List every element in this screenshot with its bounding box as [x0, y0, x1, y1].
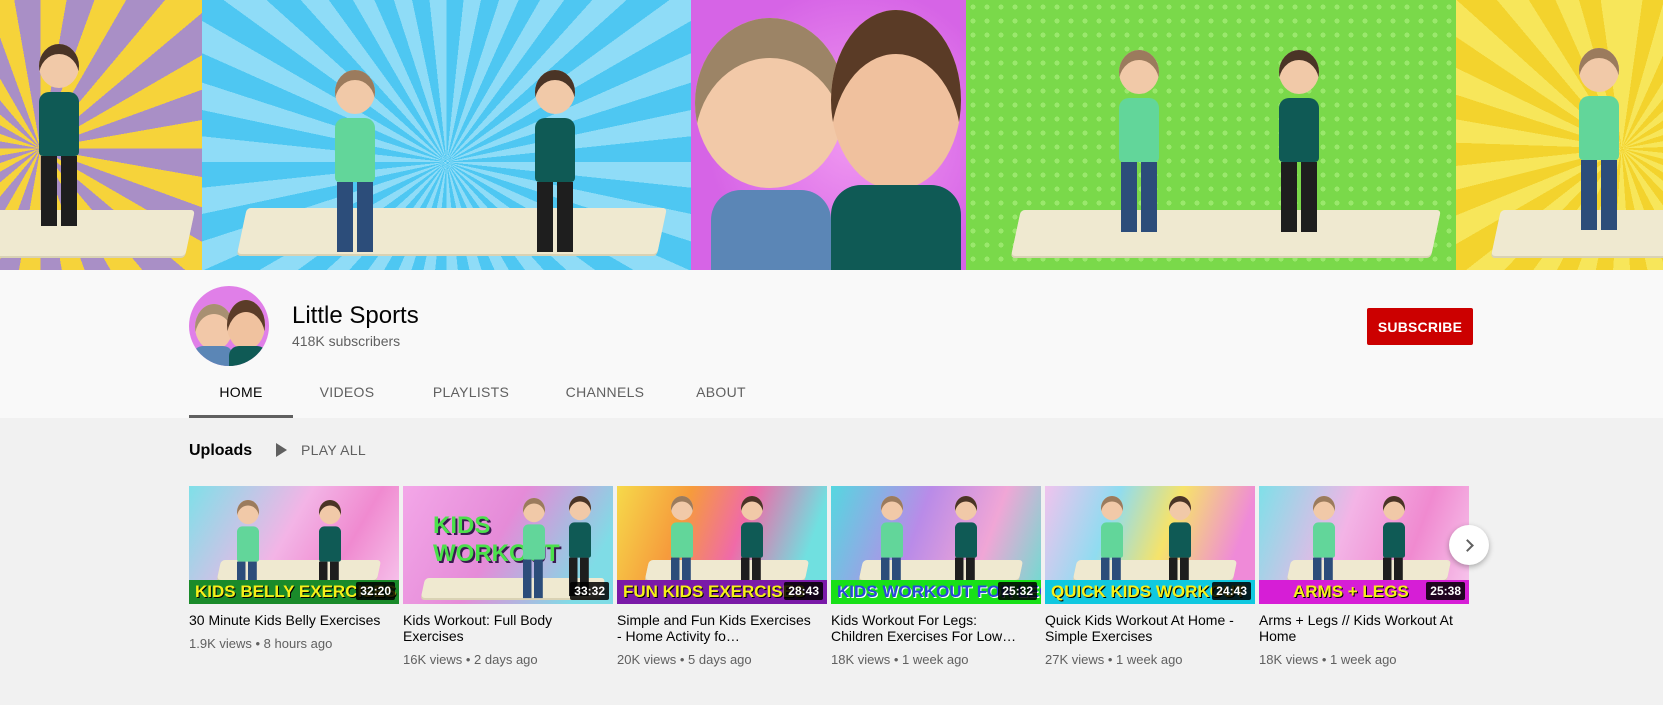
banner-panel-faces [691, 0, 966, 270]
banner-panel-boy-pointing [0, 0, 202, 270]
banner-boy-face [831, 10, 961, 190]
video-duration: 28:43 [784, 582, 823, 600]
video-thumbnail[interactable]: KIDS BELLY EXERCISES 32:20 [189, 486, 399, 604]
play-all-button[interactable]: PLAY ALL [276, 442, 366, 458]
banner-rug [237, 208, 667, 254]
video-views: 16K views [403, 652, 463, 667]
video-duration: 25:38 [1426, 582, 1465, 600]
banner-girl-face [695, 18, 845, 188]
banner-boy-figure [532, 70, 578, 252]
video-meta: 18K views • 1 week ago [1259, 652, 1397, 667]
banner-rug [0, 210, 195, 256]
video-title[interactable]: Simple and Fun Kids Exercises - Home Act… [617, 612, 827, 644]
video-title[interactable]: Arms + Legs // Kids Workout At Home [1259, 612, 1469, 644]
thumb-girl-figure [523, 498, 545, 599]
video-views: 18K views [1259, 652, 1319, 667]
channel-tabs: HOME VIDEOS PLAYLISTS CHANNELS ABOUT [189, 372, 773, 418]
subscribe-button[interactable]: SUBSCRIBE [1367, 308, 1473, 345]
banner-girl-figure [1116, 50, 1162, 232]
banner-panel-jumping-jacks [966, 0, 1456, 270]
play-icon [276, 443, 287, 457]
channel-header: Little Sports 418K subscribers SUBSCRIBE… [0, 270, 1663, 418]
banner-panel-side-bend [202, 0, 691, 270]
uploads-shelf: KIDS BELLY EXERCISES 32:20 30 Minute Kid… [189, 486, 1469, 686]
video-meta: 16K views • 2 days ago [403, 652, 538, 667]
video-views: 27K views [1045, 652, 1105, 667]
banner-boy-figure [36, 44, 82, 226]
tab-channels[interactable]: CHANNELS [541, 372, 669, 418]
banner-girl-overalls [711, 190, 831, 270]
shelf-title[interactable]: Uploads [189, 442, 252, 460]
video-card[interactable]: FUN KIDS EXERCISES 28:43 Simple and Fun … [617, 486, 827, 667]
banner-boy-figure [1276, 50, 1322, 232]
tab-home[interactable]: HOME [189, 372, 293, 418]
video-thumbnail[interactable]: KIDS WORKOUT 33:32 [403, 486, 613, 604]
video-thumbnail[interactable]: QUICK KIDS WORKOUT 24:43 [1045, 486, 1255, 604]
banner-rug [1011, 210, 1441, 256]
video-title[interactable]: Kids Workout For Legs: Children Exercise… [831, 612, 1041, 644]
video-views: 18K views [831, 652, 891, 667]
video-title[interactable]: 30 Minute Kids Belly Exercises [189, 612, 399, 628]
thumb-rug [1286, 560, 1452, 580]
video-thumbnail[interactable]: ARMS + LEGS 25:38 [1259, 486, 1469, 604]
video-duration: 33:32 [570, 582, 609, 600]
video-duration: 32:20 [356, 582, 395, 600]
channel-name: Little Sports [292, 302, 419, 329]
video-age: 8 hours ago [263, 636, 333, 651]
video-age: 2 days ago [474, 652, 538, 667]
video-card[interactable]: KIDS BELLY EXERCISES 32:20 30 Minute Kid… [189, 486, 399, 651]
video-thumbnail[interactable]: KIDS WORKOUT FOR LEGS 25:32 [831, 486, 1041, 604]
video-age: 1 week ago [902, 652, 969, 667]
video-title[interactable]: Quick Kids Workout At Home - Simple Exer… [1045, 612, 1255, 644]
video-thumbnail[interactable]: FUN KIDS EXERCISES 28:43 [617, 486, 827, 604]
chevron-right-icon [1461, 538, 1474, 552]
video-card[interactable]: ARMS + LEGS 25:38 Arms + Legs // Kids Wo… [1259, 486, 1469, 667]
shelf-next-button[interactable] [1449, 525, 1489, 565]
video-age: 1 week ago [1330, 652, 1397, 667]
video-meta: 18K views • 1 week ago [831, 652, 969, 667]
video-duration: 25:32 [998, 582, 1037, 600]
video-meta: 20K views • 5 days ago [617, 652, 752, 667]
video-meta: 1.9K views • 8 hours ago [189, 636, 333, 651]
tab-playlists[interactable]: PLAYLISTS [401, 372, 541, 418]
play-all-label: PLAY ALL [301, 442, 366, 458]
video-duration: 24:43 [1212, 582, 1251, 600]
video-views: 20K views [617, 652, 677, 667]
video-age: 1 week ago [1116, 652, 1183, 667]
channel-banner [0, 0, 1663, 270]
video-views: 1.9K views [189, 636, 252, 651]
banner-girl-figure [332, 70, 378, 252]
subscriber-count: 418K subscribers [292, 333, 401, 349]
banner-panel-girl-pointing [1456, 0, 1663, 270]
video-card[interactable]: QUICK KIDS WORKOUT 24:43 Quick Kids Work… [1045, 486, 1255, 667]
video-card[interactable]: KIDS WORKOUT FOR LEGS 25:32 Kids Workout… [831, 486, 1041, 667]
video-age: 5 days ago [688, 652, 752, 667]
video-meta: 27K views • 1 week ago [1045, 652, 1183, 667]
tab-videos[interactable]: VIDEOS [293, 372, 401, 418]
banner-boy-shirt [831, 185, 961, 270]
thumb-rug [1072, 560, 1238, 580]
channel-avatar[interactable] [189, 286, 269, 366]
video-card[interactable]: KIDS WORKOUT 33:32 Kids Workout: Full Bo… [403, 486, 613, 667]
banner-girl-figure [1576, 48, 1622, 230]
thumb-rug [644, 560, 810, 580]
video-title[interactable]: Kids Workout: Full Body Exercises [403, 612, 613, 644]
tab-about[interactable]: ABOUT [669, 372, 773, 418]
